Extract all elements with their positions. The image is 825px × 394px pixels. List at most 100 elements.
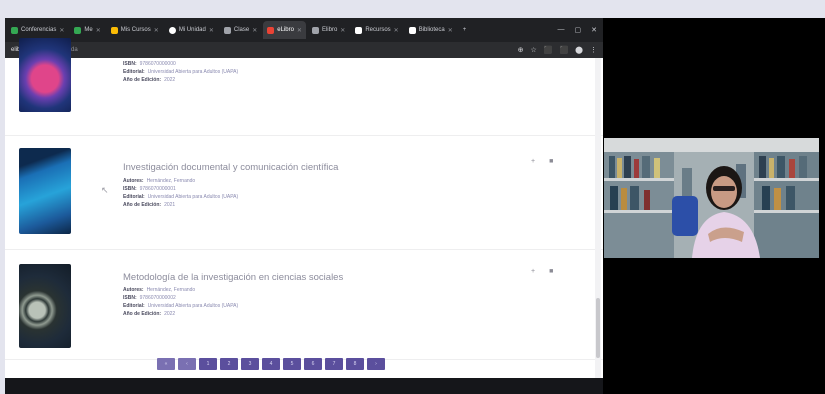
meta-key: Año de Edición: — [123, 77, 162, 83]
browser-tab[interactable]: Elibro ✕ — [308, 21, 349, 39]
add-to-list-icon[interactable]: + — [531, 268, 535, 275]
meta-value: 9786070000000 — [139, 61, 176, 67]
tab-close-icon[interactable]: ✕ — [96, 27, 101, 34]
meta-key: Autores: — [123, 178, 144, 184]
meta-value: 9786070000002 — [139, 295, 176, 301]
book-meta: Autores: Hernández, Fernando ISBN: 9786070… — [123, 286, 238, 318]
taskbar — [5, 378, 603, 394]
close-window-icon[interactable]: ✕ — [591, 26, 597, 34]
tab-favicon-icon — [110, 26, 118, 34]
pagination-page[interactable]: 5 — [283, 358, 301, 370]
book-cover-image[interactable] — [19, 38, 71, 112]
tab-favicon-icon — [223, 26, 231, 34]
tab-favicon-icon — [11, 26, 18, 34]
browser-tab[interactable]: Mis Cursos ✕ — [107, 21, 163, 39]
meta-value[interactable]: Hernández, Fernando — [147, 287, 196, 293]
new-tab-button[interactable]: + — [459, 21, 471, 39]
browser-tab[interactable]: Biblioteca ✕ — [405, 21, 457, 39]
tab-favicon-icon — [311, 26, 319, 34]
tab-close-icon[interactable]: ✕ — [252, 27, 257, 34]
tab-close-icon[interactable]: ✕ — [394, 27, 399, 34]
book-actions: + ■ — [531, 268, 553, 275]
add-to-list-icon[interactable]: + — [531, 158, 535, 165]
tab-favicon-icon — [267, 26, 275, 34]
search-results: ISBN: 9786070000000 Editorial: Universidad… — [5, 38, 603, 378]
meta-key: Editorial: — [123, 303, 145, 309]
mouse-cursor-icon: ↖ — [101, 185, 109, 195]
pagination-page[interactable]: 1 — [199, 358, 217, 370]
zoom-icon[interactable]: ⊕ — [518, 46, 524, 54]
bookmark-star-icon[interactable]: ☆ — [530, 46, 536, 54]
pagination: « ‹ 1 2 3 4 5 6 7 8 › — [157, 358, 385, 370]
meta-value: 2022 — [164, 311, 176, 317]
book-cover-image[interactable] — [19, 148, 71, 234]
tab-close-icon[interactable]: ✕ — [448, 27, 453, 34]
meta-value: 2022 — [164, 77, 176, 83]
address-bar[interactable]: elibro.net/es/lc/busqueda ⊕ ☆ ⬛ ⬛ ⬤ ⋮ — [5, 42, 603, 58]
pagination-page[interactable]: 4 — [262, 358, 280, 370]
pagination-page[interactable]: 2 — [220, 358, 238, 370]
pagination-next[interactable]: › — [367, 358, 385, 370]
tab-close-icon[interactable]: ✕ — [154, 27, 159, 34]
webcam-feed-image — [604, 138, 819, 258]
meta-key: Autores: — [123, 287, 144, 293]
meta-key: ISBN: — [123, 186, 137, 192]
meta-value[interactable]: Universidad Abierta para Adultos (UAPA) — [148, 194, 239, 200]
meta-value[interactable]: Universidad Abierta para Adultos (UAPA) — [148, 303, 239, 309]
tab-label: Recursos — [365, 27, 391, 33]
book-cover-image[interactable] — [19, 264, 71, 348]
pagination-first[interactable]: « — [157, 358, 175, 370]
book-title-link[interactable]: Metodología de la investigación en cienc… — [123, 272, 343, 283]
profile-avatar-icon[interactable]: ⬤ — [575, 46, 583, 54]
bookmark-icon[interactable]: ■ — [549, 268, 553, 275]
minimize-icon[interactable]: — — [558, 26, 565, 34]
meta-key: Editorial: — [123, 69, 145, 75]
book-result-item: Investigación documental y comunicación … — [5, 136, 603, 250]
browser-menu-icon[interactable]: ⋮ — [590, 46, 597, 54]
tab-label: Biblioteca — [418, 27, 445, 33]
tab-favicon-icon — [168, 26, 176, 34]
book-result-item: ISBN: 9786070000000 Editorial: Universidad… — [5, 38, 603, 136]
book-actions: + ■ — [531, 158, 553, 165]
tab-favicon-icon — [355, 26, 363, 34]
browser-tab[interactable]: Clase ✕ — [220, 21, 261, 39]
pagination-page[interactable]: 6 — [304, 358, 322, 370]
tab-label: Conferencias — [21, 27, 57, 33]
tab-label: eLibro — [277, 27, 294, 33]
meta-key: Año de Edición: — [123, 311, 162, 317]
shared-screen: Conferencias ✕ Me ✕ Mis Cursos ✕ Mi Unid… — [5, 18, 603, 394]
browser-tab[interactable]: Mi Unidad ✕ — [165, 21, 218, 39]
book-meta: ISBN: 9786070000000 Editorial: Universidad… — [123, 60, 238, 84]
tab-label: Mi Unidad — [178, 27, 206, 33]
browser-tab-active[interactable]: eLibro ✕ — [263, 21, 306, 39]
browser-tab-strip: Conferencias ✕ Me ✕ Mis Cursos ✕ Mi Unid… — [5, 18, 603, 42]
book-title-link[interactable]: Investigación documental y comunicación … — [123, 162, 338, 173]
pagination-page[interactable]: 8 — [346, 358, 364, 370]
meta-value: 9786070000001 — [139, 186, 176, 192]
meta-key: ISBN: — [123, 295, 137, 301]
meta-value[interactable]: Universidad Abierta para Adultos (UAPA) — [148, 69, 239, 75]
tab-label: Elibro — [321, 27, 338, 33]
address-bar-icons: ⊕ ☆ ⬛ ⬛ ⬤ ⋮ — [518, 46, 597, 54]
pagination-page[interactable]: 3 — [241, 358, 259, 370]
tab-close-icon[interactable]: ✕ — [297, 27, 302, 34]
browser-tab[interactable]: Conferencias ✕ — [7, 21, 68, 39]
browser-tab[interactable]: Me ✕ — [70, 21, 104, 39]
page-scrollbar[interactable] — [595, 58, 601, 378]
tab-close-icon[interactable]: ✕ — [59, 27, 64, 34]
pagination-page[interactable]: 7 — [325, 358, 343, 370]
tab-close-icon[interactable]: ✕ — [209, 27, 214, 34]
extension-icon[interactable]: ⬛ — [544, 46, 553, 54]
pagination-prev[interactable]: ‹ — [178, 358, 196, 370]
webcam-video — [604, 138, 819, 258]
maximize-icon[interactable]: ▢ — [575, 26, 582, 34]
meta-value: 2021 — [164, 202, 176, 208]
meta-value[interactable]: Hernández, Fernando — [147, 178, 196, 184]
window-controls: — ▢ ✕ — [558, 26, 604, 34]
browser-tab[interactable]: Recursos ✕ — [351, 21, 402, 39]
tab-label: Clase — [233, 27, 250, 33]
scrollbar-thumb[interactable] — [596, 298, 600, 358]
tab-close-icon[interactable]: ✕ — [340, 27, 345, 34]
sidepanel-icon[interactable]: ⬛ — [559, 46, 568, 54]
bookmark-icon[interactable]: ■ — [549, 158, 553, 165]
